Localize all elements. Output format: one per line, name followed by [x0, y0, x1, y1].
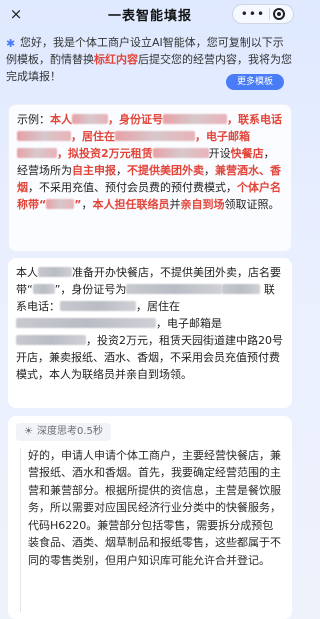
user-message-text: 本人: [16, 266, 38, 279]
deep-think-toggle[interactable]: ☀ 深度思考0.5秒: [16, 422, 111, 441]
deep-think-label: 深度思考0.5秒: [36, 426, 103, 437]
ai-reply-card: ☀ 深度思考0.5秒 好的，申请人申请个体工商户，主要经营快餐店，兼营报纸、酒水…: [8, 416, 292, 619]
example-text: 亲自到场: [180, 198, 225, 211]
ai-bot-icon: ✱: [6, 37, 16, 50]
example-template-card[interactable]: 示例：本人 ，身份证号 ，联系电话，居住在 ，电子邮箱，拟投资2万元租赁 开设快餐店，经…: [8, 104, 292, 252]
more-options-icon[interactable]: •••: [241, 8, 265, 20]
example-text: 快餐店: [230, 147, 264, 160]
example-text: ，联系电话: [227, 113, 282, 126]
redacted-id: [126, 284, 223, 294]
redacted-location: [152, 148, 209, 158]
deep-think-icon: ☀: [24, 426, 33, 437]
redacted-name: [72, 114, 108, 124]
thinking-content: 好的，申请人申请个体工商户，主要经营快餐店，兼营报纸、酒水和香烟。首先，我要确定…: [28, 448, 281, 567]
example-text: 开设: [208, 147, 231, 160]
redacted-email: [16, 335, 86, 345]
example-text: ，不采用充值、预付会员费的预付费模式，: [28, 181, 237, 194]
redacted-email: [17, 148, 57, 158]
redacted-address: [16, 318, 156, 328]
example-text: ，: [204, 164, 215, 177]
redacted-shop-name: [46, 199, 75, 209]
user-message-card: 本人 准备开办快餐店，不提供美团外卖，店名要带“ ”，身份证号为 联系电话： ，居住在…: [8, 258, 292, 408]
example-text: ，身份证号: [108, 113, 163, 126]
example-label: 示例：: [17, 113, 50, 126]
example-text: 领取证照。: [224, 198, 280, 211]
user-message-text: ，电子邮箱是: [156, 317, 222, 330]
user-message-text: ”，身份证号为: [54, 283, 127, 296]
nav-bar: × 一表智能填报 •••: [0, 0, 300, 28]
example-text: ，: [116, 164, 127, 177]
example-text: 自主申报: [72, 164, 116, 177]
mini-program-capsule: •••: [232, 4, 294, 24]
redacted-shop-name: [32, 284, 55, 294]
redacted-phone: [17, 131, 71, 141]
example-text: 本人担任联络员: [92, 198, 170, 211]
example-text: ，居住在: [71, 130, 115, 143]
user-message-text: ，居住在: [136, 300, 180, 313]
more-templates-button[interactable]: 更多模板: [226, 74, 284, 90]
thinking-divider: [20, 448, 21, 612]
redacted-id: [163, 114, 227, 124]
example-text: 并: [169, 198, 181, 211]
close-icon[interactable]: ×: [8, 6, 24, 22]
example-text: ，电子邮箱: [195, 130, 250, 143]
example-text: 不提供美团外卖: [127, 164, 204, 177]
example-text: ，拟投资2万元租赁: [57, 147, 153, 160]
capsule-divider: [268, 8, 270, 20]
redacted-address: [115, 131, 195, 141]
example-text: ，: [81, 198, 93, 211]
redacted-name: [38, 267, 72, 277]
target-icon[interactable]: [273, 8, 286, 20]
page-title: 一表智能填报: [107, 8, 192, 24]
example-text: 本人: [50, 113, 72, 126]
redacted-id-2: [222, 284, 261, 294]
intro-highlight: 标红内容: [94, 53, 138, 66]
redacted-phone: [60, 301, 136, 311]
